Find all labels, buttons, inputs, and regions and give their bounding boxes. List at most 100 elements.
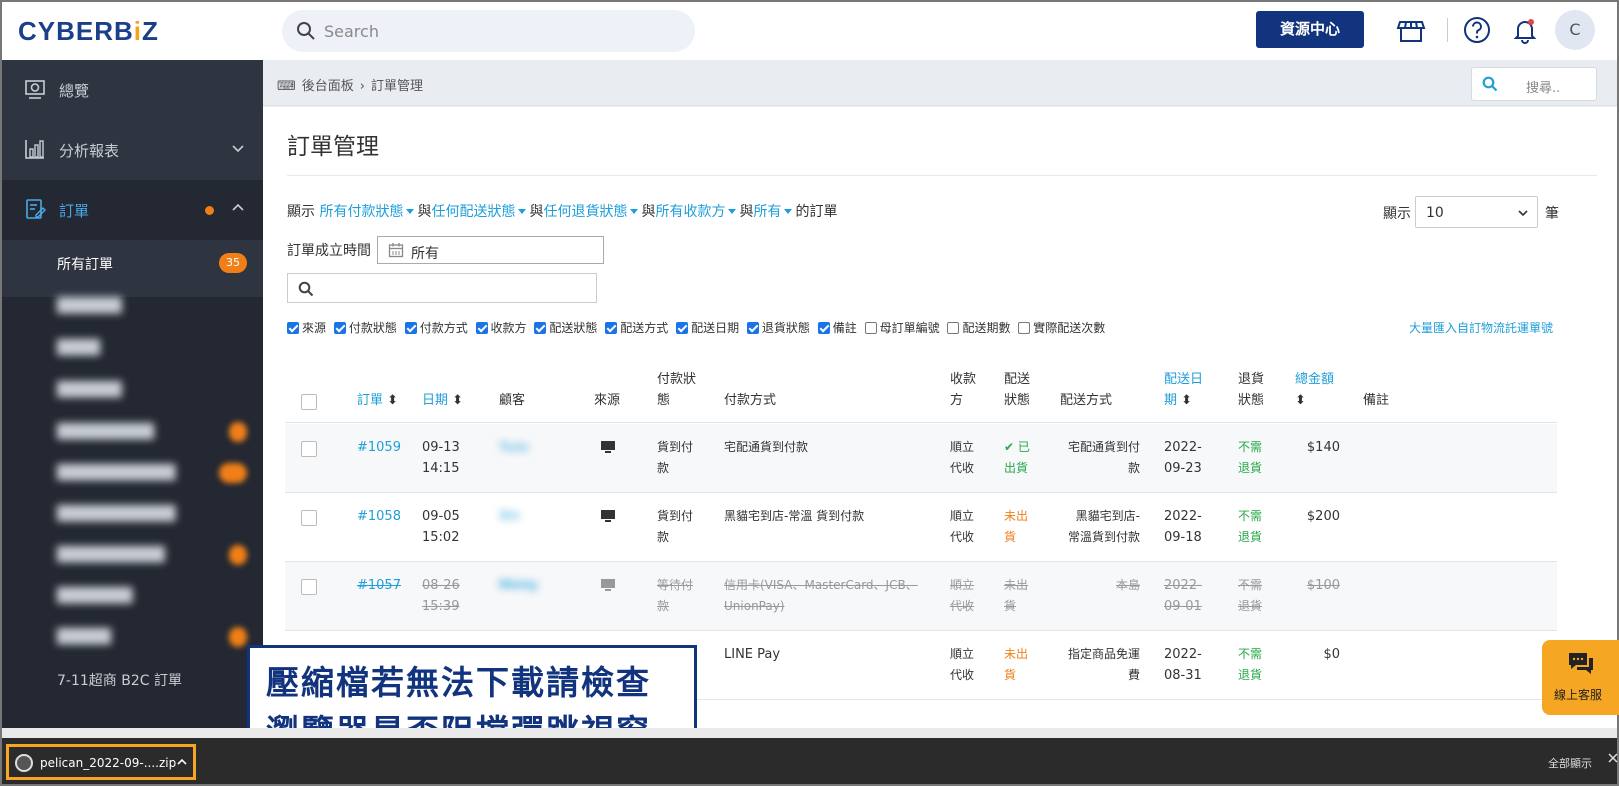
sort-date-header[interactable]: 日期 ⬍ [422, 390, 463, 411]
sidebar-item-overview[interactable]: 總覽 [2, 60, 263, 120]
shipping-date: 2022- 08-31 [1164, 647, 1202, 683]
help-icon[interactable] [1461, 14, 1493, 46]
payment-method-header: 付款方式 [724, 393, 777, 408]
order-search-input[interactable] [287, 273, 597, 303]
all-filter[interactable]: 所有 [753, 204, 795, 220]
order-date: 08-26 15:39 [422, 578, 460, 614]
keyboard-icon: ⌨ [277, 79, 296, 94]
order-number-link[interactable]: #1058 [357, 506, 401, 527]
brand-logo[interactable]: CYBERBiZ [18, 16, 159, 47]
store-icon[interactable] [1395, 14, 1427, 46]
chart-icon [24, 138, 46, 164]
sidebar-item-orders[interactable]: 訂單 [2, 180, 263, 240]
shipping-method: 黑貓宅到店- 常溫貨到付款 [1067, 509, 1140, 544]
show-all-downloads-button[interactable]: 全部顯示 [1548, 755, 1592, 771]
collector-filter[interactable]: 所有收款方 [655, 204, 739, 220]
sidebar-item-label: 訂單 [59, 202, 90, 220]
order-count-badge: 35 [219, 253, 247, 273]
sidebar-item-all-orders[interactable]: 所有訂單 [57, 254, 113, 274]
desktop-icon [600, 509, 616, 530]
sort-shipping-date-header[interactable]: 配送日期 ⬍ [1164, 369, 1203, 411]
user-avatar[interactable]: C [1555, 10, 1595, 50]
row-checkbox[interactable] [301, 441, 317, 457]
sidebar-item-label: 總覽 [59, 82, 90, 100]
live-support-button[interactable]: 線上客服 [1542, 640, 1619, 715]
customer-name[interactable]: Yuzu [499, 437, 529, 458]
blurred-badge [229, 627, 247, 647]
column-toggle-return-status[interactable]: 退貨狀態 [746, 321, 810, 335]
sidebar-subitem-blurred[interactable]: ███████████ [57, 465, 175, 481]
order-icon [24, 198, 46, 224]
column-toggle-actual-deliveries[interactable]: 實際配送次數 [1018, 321, 1105, 335]
divider [287, 175, 1597, 176]
column-toggle-shipping-method[interactable]: 配送方式 [605, 321, 668, 335]
payment-status-filter[interactable]: 所有付款狀態 [319, 204, 417, 220]
column-toggle-shipping-date[interactable]: 配送日期 [676, 321, 739, 335]
row-checkbox[interactable] [301, 510, 317, 526]
sidebar-item-711-b2c[interactable]: 7-11超商 B2C 訂單 [57, 670, 182, 690]
column-toggle-delivery-periods[interactable]: 配送期數 [947, 321, 1010, 335]
page-size-select[interactable]: 10 [1415, 196, 1538, 228]
filter-conjunction: 與 [529, 204, 544, 220]
filter-conjunction: 與 [739, 204, 754, 220]
resource-center-button[interactable]: 資源中心 [1256, 11, 1364, 48]
search-icon [1482, 76, 1498, 96]
sidebar-subitem-blurred[interactable]: ██████ [57, 298, 122, 314]
table-row[interactable]: #1058 09-05 15:02 Xin 貨到付款 黑貓宅到店-常溫 貨到付款 … [285, 493, 1557, 562]
chevron-up-icon[interactable] [176, 756, 188, 772]
payment-method: 宅配通貨到付款 [724, 440, 809, 454]
order-number-link[interactable]: #1057 [357, 575, 401, 596]
column-toggle-collector[interactable]: 收款方 [475, 321, 527, 335]
column-toggle-source[interactable]: 來源 [287, 321, 326, 335]
sidebar-subitem-blurred[interactable]: ████ [57, 340, 100, 356]
sidebar-subitem-blurred[interactable]: █████ [57, 629, 111, 645]
customer-name[interactable]: Xin [499, 506, 520, 527]
date-range-value: 所有 [411, 246, 439, 262]
download-item[interactable]: pelican_2022-09-....zip [6, 744, 196, 780]
column-toggle-payment-status[interactable]: 付款狀態 [333, 321, 397, 335]
notification-bell-icon[interactable] [1509, 14, 1541, 46]
note-header: 備註 [1363, 393, 1390, 408]
column-toggle-note[interactable]: 備註 [817, 321, 857, 335]
global-search-input[interactable]: Search [282, 10, 695, 52]
sidebar-item-analytics[interactable]: 分析報表 [2, 120, 263, 180]
sidebar-subitem-blurred[interactable]: ██████ [57, 382, 122, 398]
shipping-status-filter[interactable]: 任何配送狀態 [431, 204, 529, 220]
column-toggle-payment-method[interactable]: 付款方式 [404, 321, 468, 335]
chevron-down-icon [1517, 207, 1529, 223]
order-filter-bar: 顯示 所有付款狀態 與任何配送狀態 與任何退貨狀態 與所有收款方 與所有 的訂單 [287, 201, 837, 221]
table-row-cancelled[interactable]: #1057 08-26 15:39 Mimiy 等待付款 信用卡(VISA、Mas… [285, 562, 1557, 631]
breadcrumb-root[interactable]: 後台面板 [302, 79, 354, 94]
shipping-method: 本島 [1115, 578, 1140, 592]
date-range-input[interactable]: 所有 [377, 236, 604, 264]
customer-name[interactable]: Mimiy [499, 575, 538, 596]
sidebar-subitem-blurred[interactable]: ██████████ [57, 547, 165, 563]
payment-status: 貨到付款 [657, 440, 694, 475]
collector: 順立 代收 [950, 578, 975, 613]
column-toggle-shipping-status[interactable]: 配送狀態 [534, 321, 597, 335]
row-checkbox[interactable] [301, 579, 317, 595]
sort-total-header[interactable]: 總金額 ⬍ [1295, 369, 1334, 411]
horizontal-scrollbar[interactable] [2, 728, 1617, 738]
sidebar-subitem-blurred[interactable]: █████████ [57, 424, 154, 440]
select-all-checkbox[interactable] [301, 394, 317, 410]
return-status-filter[interactable]: 任何退貨狀態 [543, 204, 641, 220]
sort-order-header[interactable]: 訂單 ⬍ [357, 390, 398, 411]
order-total: $140 [1306, 440, 1340, 455]
shipping-date: 2022- 09-23 [1164, 440, 1202, 476]
live-support-label: 線上客服 [1554, 688, 1603, 702]
sidebar-subitem-blurred[interactable]: ███████ [57, 588, 132, 604]
content-panel: 訂單管理 顯示 所有付款狀態 與任何配送狀態 與任何退貨狀態 與所有收款方 與所有 的訂單… [263, 107, 1617, 728]
table-row[interactable]: #1059 09-13 14:15 Yuzu 貨到付款 宅配通貨到付款 順立 代收 … [285, 424, 1557, 493]
close-icon[interactable] [1608, 752, 1618, 767]
return-status: 不需 退貨 [1238, 509, 1263, 544]
page-search-input[interactable]: 搜尋.. [1471, 67, 1597, 101]
shipping-status: 未出貨 [1004, 509, 1029, 544]
sidebar-subitem-blurred[interactable]: ███████████ [57, 506, 175, 522]
archive-file-icon [15, 754, 33, 772]
date-filter-label: 訂單成立時間 [287, 243, 371, 259]
calendar-icon [388, 242, 404, 262]
order-number-link[interactable]: #1059 [357, 437, 401, 458]
bulk-import-tracking-link[interactable]: 大量匯入自訂物流託運單號 [1409, 319, 1553, 336]
column-toggle-parent-order[interactable]: 母訂單編號 [864, 321, 940, 335]
